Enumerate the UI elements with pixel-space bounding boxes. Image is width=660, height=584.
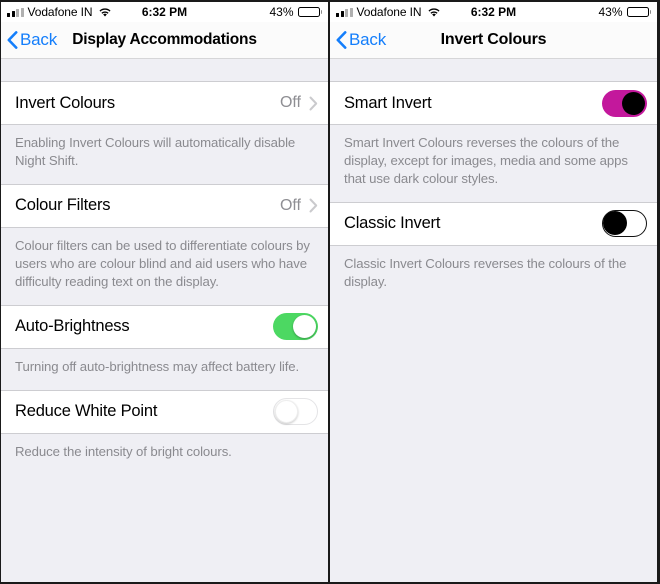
row-reduce-white-point[interactable]: Reduce White Point <box>1 389 328 434</box>
auto-brightness-switch[interactable] <box>273 313 318 341</box>
battery-icon <box>626 7 651 17</box>
row-classic-invert[interactable]: Classic Invert <box>330 201 657 246</box>
chevron-right-icon <box>309 96 318 110</box>
carrier-label: Vodafone IN <box>356 5 422 19</box>
wifi-icon <box>427 7 441 18</box>
left-phone-screen: Vodafone IN 6:32 PM 43% Back Display Acc… <box>0 0 329 584</box>
row-label: Auto-Brightness <box>15 317 130 336</box>
status-bar-right-group: 43% <box>598 5 651 19</box>
nav-bar-left: Back Display Accommodations <box>1 22 328 59</box>
right-phone-screen: Vodafone IN 6:32 PM 43% Back Invert Colo… <box>329 0 658 584</box>
list-top-spacer <box>1 59 328 81</box>
settings-list-right: Smart Invert Smart Invert Colours revers… <box>330 59 657 582</box>
row-invert-colours[interactable]: Invert Colours Off <box>1 81 328 125</box>
battery-icon <box>297 7 322 17</box>
chevron-left-icon <box>7 31 18 49</box>
back-button-label: Back <box>349 30 386 49</box>
back-button-right[interactable]: Back <box>330 30 386 50</box>
dual-screenshot-container: Vodafone IN 6:32 PM 43% Back Display Acc… <box>0 0 660 584</box>
status-bar-left-group: Vodafone IN <box>336 5 441 19</box>
row-label: Invert Colours <box>15 93 115 112</box>
row-colour-filters[interactable]: Colour Filters Off <box>1 183 328 228</box>
row-auto-brightness[interactable]: Auto-Brightness <box>1 304 328 349</box>
chevron-right-icon <box>309 198 318 213</box>
nav-bar-right: Back Invert Colours <box>330 22 657 59</box>
wifi-icon <box>98 7 112 18</box>
smart-invert-switch[interactable] <box>602 89 647 117</box>
back-button-left[interactable]: Back <box>1 30 57 50</box>
row-label: Colour Filters <box>15 196 111 215</box>
reduce-white-point-switch[interactable] <box>273 398 318 426</box>
row-footer: Enabling Invert Colours will automatical… <box>15 135 296 168</box>
list-top-spacer <box>330 59 657 81</box>
row-value: Off <box>279 196 301 214</box>
row-label: Classic Invert <box>344 214 441 233</box>
status-bar-right-group: 43% <box>269 5 322 19</box>
settings-list-left: Invert Colours Off Enabling Invert Colou… <box>1 59 328 582</box>
row-label: Smart Invert <box>344 93 432 112</box>
carrier-label: Vodafone IN <box>27 5 93 19</box>
status-bar-left: Vodafone IN 6:32 PM 43% <box>1 2 328 22</box>
row-footer: Classic Invert Colours reverses the colo… <box>344 255 627 289</box>
cellular-bars-icon <box>336 7 353 17</box>
row-footer: Colour filters can be used to differenti… <box>15 237 310 289</box>
row-footer: Reduce the intensity of bright colours. <box>15 443 232 459</box>
cellular-bars-icon <box>7 7 24 17</box>
status-bar-right: Vodafone IN 6:32 PM 43% <box>330 2 657 22</box>
row-smart-invert[interactable]: Smart Invert <box>330 81 657 125</box>
classic-invert-switch[interactable] <box>602 210 647 238</box>
row-footer: Smart Invert Colours reverses the colour… <box>344 135 628 186</box>
row-value: Off <box>279 94 301 111</box>
battery-percent-label: 43% <box>598 5 623 19</box>
status-bar-left-group: Vodafone IN <box>7 5 112 19</box>
battery-percent-label: 43% <box>269 5 294 19</box>
back-button-label: Back <box>20 30 57 49</box>
chevron-left-icon <box>336 31 347 49</box>
row-label: Reduce White Point <box>15 402 158 421</box>
row-footer: Turning off auto-brightness may affect b… <box>15 358 300 374</box>
